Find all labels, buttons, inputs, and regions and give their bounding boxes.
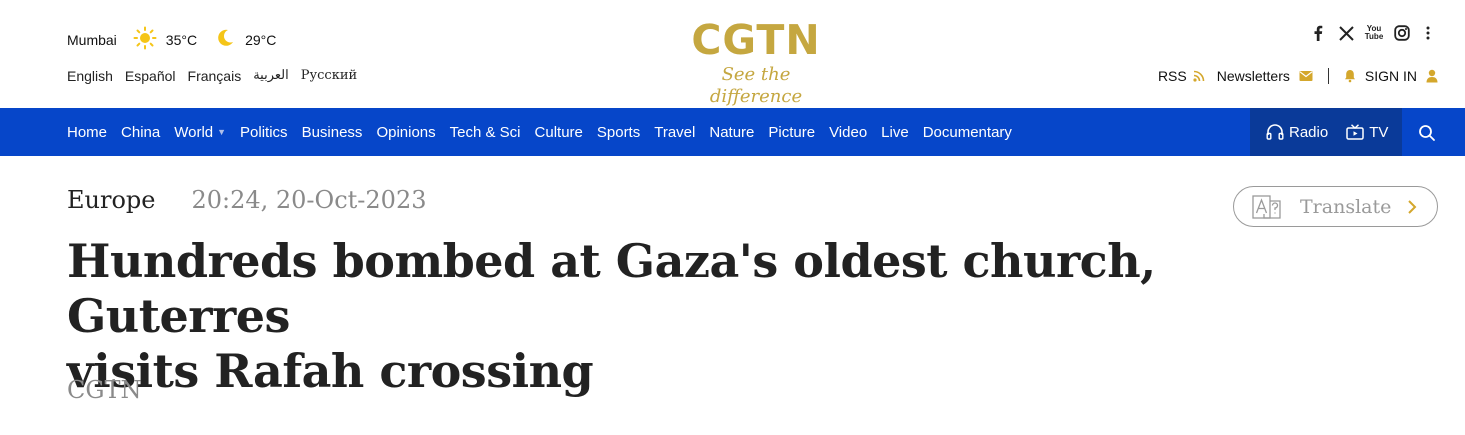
nav-item-travel[interactable]: Travel <box>654 124 695 141</box>
lang-russian[interactable]: Русский <box>301 68 357 84</box>
headphones-icon <box>1266 124 1284 140</box>
nav-item-politics[interactable]: Politics <box>240 124 288 141</box>
media-links: Radio TV <box>1250 108 1402 156</box>
translate-button[interactable]: Translate <box>1233 186 1438 227</box>
nav-label: Opinions <box>376 123 436 141</box>
lang-english[interactable]: English <box>67 68 113 84</box>
search-icon[interactable] <box>1418 124 1436 142</box>
chevron-down-icon: ▼ <box>217 127 227 137</box>
article-headline: Hundreds bombed at Gaza's oldest church,… <box>67 234 1387 399</box>
moon-icon <box>215 28 235 51</box>
nav-item-world[interactable]: World ▼ <box>174 124 226 141</box>
nav-item-business[interactable]: Business <box>302 124 363 141</box>
language-switcher: English Español Français العربية Русский <box>67 68 369 84</box>
translate-icon <box>1252 194 1282 219</box>
radio-label: Radio <box>1289 123 1329 141</box>
nav-item-live[interactable]: Live <box>881 124 909 141</box>
tv-label: TV <box>1369 123 1389 141</box>
translate-label: Translate <box>1300 195 1392 218</box>
lang-spanish[interactable]: Español <box>125 68 176 84</box>
social-links: You Tube <box>1309 24 1435 42</box>
nav-item-nature[interactable]: Nature <box>709 124 754 141</box>
nav-label: Business <box>301 123 363 141</box>
weather-city: Mumbai <box>67 31 117 48</box>
x-icon[interactable] <box>1337 24 1355 42</box>
nav-item-tech-sci[interactable]: Tech & Sci <box>450 124 521 141</box>
headline-line-2: visits Rafah crossing <box>67 344 594 398</box>
tv-link[interactable]: TV <box>1346 124 1388 141</box>
headline-line-1: Hundreds bombed at Gaza's oldest church,… <box>67 234 1156 343</box>
youtube-icon[interactable]: You Tube <box>1365 24 1384 42</box>
nav-label: Politics <box>240 123 288 141</box>
top-header: Mumbai 35°C 29°C English Español Françai… <box>0 0 1465 108</box>
nav-label: Home <box>67 123 108 141</box>
nav-label: Picture <box>768 123 816 141</box>
main-nav: Home China World ▼ Politics Business Opin… <box>0 108 1465 156</box>
nav-item-culture[interactable]: Culture <box>535 124 583 141</box>
rss-link[interactable]: RSS <box>1158 68 1187 84</box>
nav-label: Culture <box>534 123 583 141</box>
lang-arabic[interactable]: العربية <box>253 68 289 84</box>
nav-label: Sports <box>596 123 641 141</box>
user-icon[interactable] <box>1426 69 1438 83</box>
logo-wordmark: CGTN <box>691 16 821 64</box>
nav-item-home[interactable]: Home <box>67 124 107 141</box>
user-bar: RSS Newsletters SIGN IN <box>1158 68 1438 84</box>
article-datetime: 20:24, 20-Oct-2023 <box>191 186 427 214</box>
night-temperature: 29°C <box>245 31 277 48</box>
mail-icon[interactable] <box>1299 70 1313 82</box>
rss-icon[interactable] <box>1193 70 1205 82</box>
bell-icon[interactable] <box>1344 69 1356 83</box>
tv-icon <box>1346 124 1364 140</box>
nav-items: Home China World ▼ Politics Business Opin… <box>67 108 1026 156</box>
weather-widget: Mumbai 35°C 29°C <box>67 26 276 53</box>
logo-tagline: See the difference <box>709 64 803 107</box>
facebook-icon[interactable] <box>1309 24 1327 42</box>
nav-item-opinions[interactable]: Opinions <box>376 124 435 141</box>
instagram-icon[interactable] <box>1393 24 1411 42</box>
nav-label: China <box>121 123 161 141</box>
nav-item-video[interactable]: Video <box>829 124 867 141</box>
nav-item-china[interactable]: China <box>121 124 160 141</box>
nav-item-picture[interactable]: Picture <box>768 124 815 141</box>
signin-link[interactable]: SIGN IN <box>1365 68 1417 84</box>
chevron-right-icon <box>1407 199 1417 215</box>
nav-label: World <box>174 123 214 141</box>
sun-icon <box>133 26 157 53</box>
nav-item-sports[interactable]: Sports <box>597 124 640 141</box>
radio-link[interactable]: Radio <box>1266 124 1328 141</box>
nav-label: Documentary <box>922 123 1012 141</box>
article-section[interactable]: Europe <box>67 186 155 214</box>
nav-label: Travel <box>654 123 696 141</box>
userbar-divider <box>1327 68 1329 84</box>
nav-label: Video <box>829 123 868 141</box>
day-temperature: 35°C <box>165 31 198 48</box>
more-icon[interactable] <box>1421 24 1435 42</box>
nav-item-documentary[interactable]: Documentary <box>923 124 1012 141</box>
cgtn-logo[interactable]: CGTN See the difference <box>686 18 826 108</box>
nav-label: Nature <box>709 123 755 141</box>
article-byline: CGTN <box>67 376 142 404</box>
newsletters-link[interactable]: Newsletters <box>1217 68 1290 84</box>
nav-label: Live <box>881 123 909 141</box>
lang-french[interactable]: Français <box>188 68 242 84</box>
nav-label: Tech & Sci <box>449 123 521 141</box>
article-meta: Europe 20:24, 20-Oct-2023 <box>67 186 427 214</box>
